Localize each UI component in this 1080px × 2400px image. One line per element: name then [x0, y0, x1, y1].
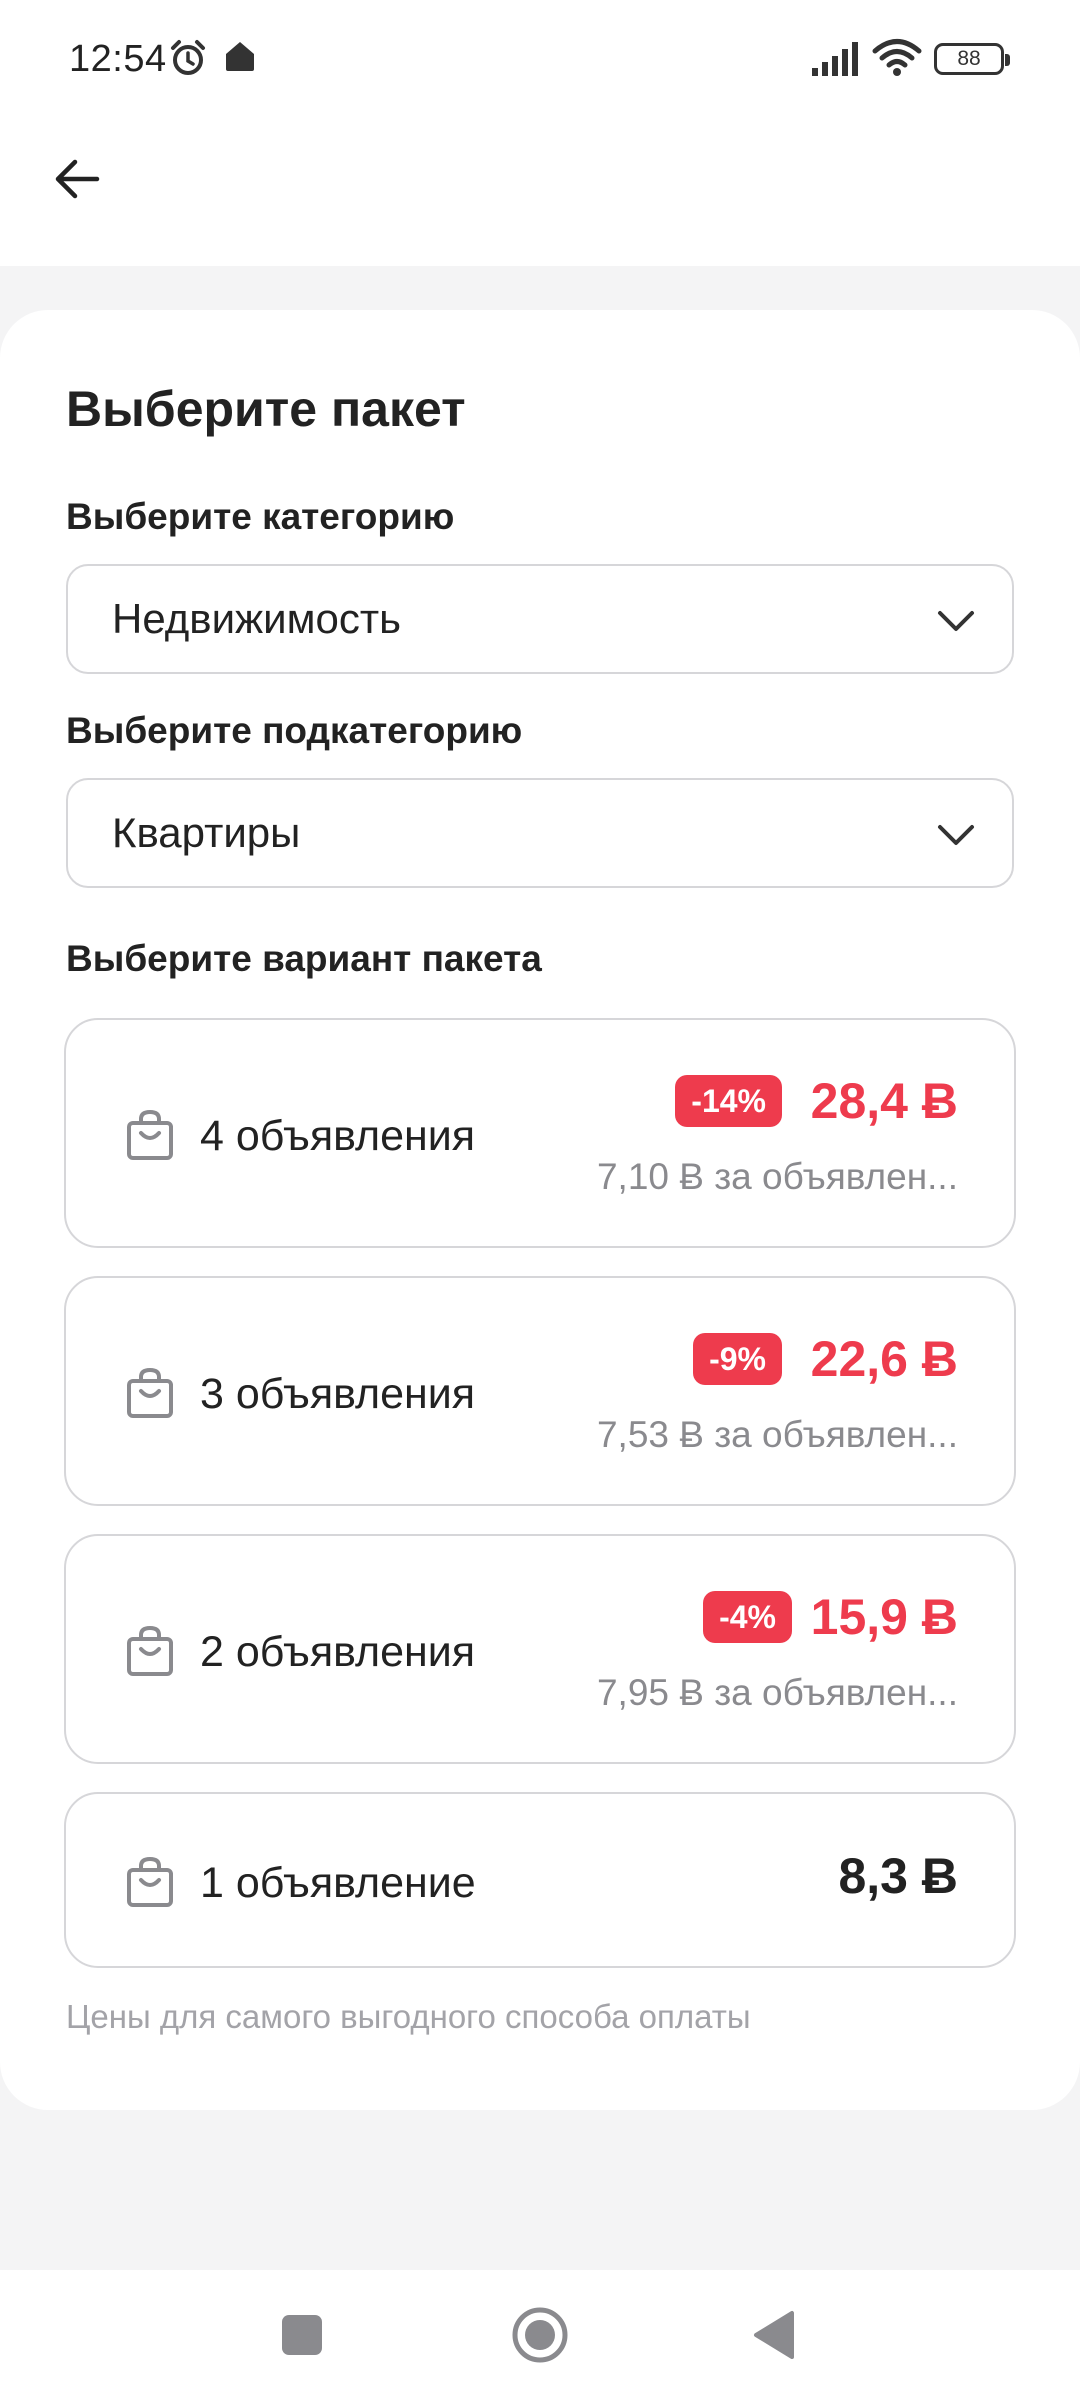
category-select[interactable]: Недвижимость	[66, 564, 1014, 674]
package-option-2[interactable]: 2 объявления -4% 15,9 Ƀ 7,95 Ƀ за объявл…	[64, 1534, 1016, 1764]
discount-badge: -4%	[703, 1591, 792, 1643]
package-price: 8,3 Ƀ	[838, 1848, 958, 1904]
variant-label: Выберите вариант пакета	[66, 938, 542, 979]
price-footnote: Цены для самого выгодного способа оплаты	[66, 1998, 751, 2035]
status-time: 12:54	[69, 38, 167, 80]
package-label: 3 объявления	[200, 1370, 476, 1418]
alarm-icon	[171, 40, 205, 75]
discount-badge: -9%	[693, 1333, 782, 1385]
wifi-icon	[872, 39, 922, 76]
package-price: 28,4 Ƀ	[810, 1073, 958, 1129]
subcategory-value: Квартиры	[112, 809, 301, 856]
recent-apps-icon[interactable]	[282, 2315, 322, 2355]
back-icon[interactable]	[752, 2310, 796, 2360]
chevron-down-icon	[938, 825, 974, 845]
discount-badge: -14%	[675, 1075, 782, 1127]
unit-price: 7,95 Ƀ за объявлен...	[596, 1672, 958, 1713]
subcategory-select[interactable]: Квартиры	[66, 778, 1014, 888]
subcategory-label: Выберите подкатегорию	[66, 710, 523, 751]
package-option-4[interactable]: 4 объявления -14% 28,4 Ƀ 7,10 Ƀ за объяв…	[64, 1018, 1016, 1248]
package-option-1[interactable]: 1 объявление 8,3 Ƀ	[64, 1792, 1016, 1968]
package-selection-card: Выберите пакет Выберите категорию Недвиж…	[0, 310, 1080, 2110]
signal-icon	[812, 42, 858, 76]
top-app-bar	[0, 118, 1080, 266]
package-option-3[interactable]: 3 объявления -9% 22,6 Ƀ 7,53 Ƀ за объявл…	[64, 1276, 1016, 1506]
status-bar: 12:54 88	[0, 0, 1080, 118]
battery-level: 88	[957, 47, 981, 70]
page-title: Выберите пакет	[66, 381, 466, 437]
unit-price: 7,53 Ƀ за объявлен...	[596, 1414, 958, 1455]
unit-price: 7,10 Ƀ за объявлен...	[596, 1156, 958, 1197]
shopping-bag-icon	[127, 1625, 173, 1676]
home-icon[interactable]	[510, 2305, 570, 2365]
arrow-left-icon	[55, 159, 100, 199]
battery-icon: 88	[934, 43, 1010, 75]
back-button[interactable]	[40, 142, 114, 216]
shopping-bag-icon	[127, 1109, 173, 1160]
package-price: 22,6 Ƀ	[810, 1331, 958, 1387]
package-price: 15,9 Ƀ	[810, 1589, 958, 1645]
category-value: Недвижимость	[112, 595, 401, 642]
shopping-bag-icon	[127, 1856, 173, 1907]
system-nav-bar	[0, 2270, 1080, 2400]
package-label: 4 объявления	[200, 1112, 476, 1160]
shopping-bag-icon	[127, 1367, 173, 1418]
package-label: 1 объявление	[200, 1859, 476, 1907]
package-label: 2 объявления	[200, 1628, 476, 1676]
home-notification-icon	[226, 42, 254, 71]
category-label: Выберите категорию	[66, 496, 455, 537]
chevron-down-icon	[938, 611, 974, 631]
